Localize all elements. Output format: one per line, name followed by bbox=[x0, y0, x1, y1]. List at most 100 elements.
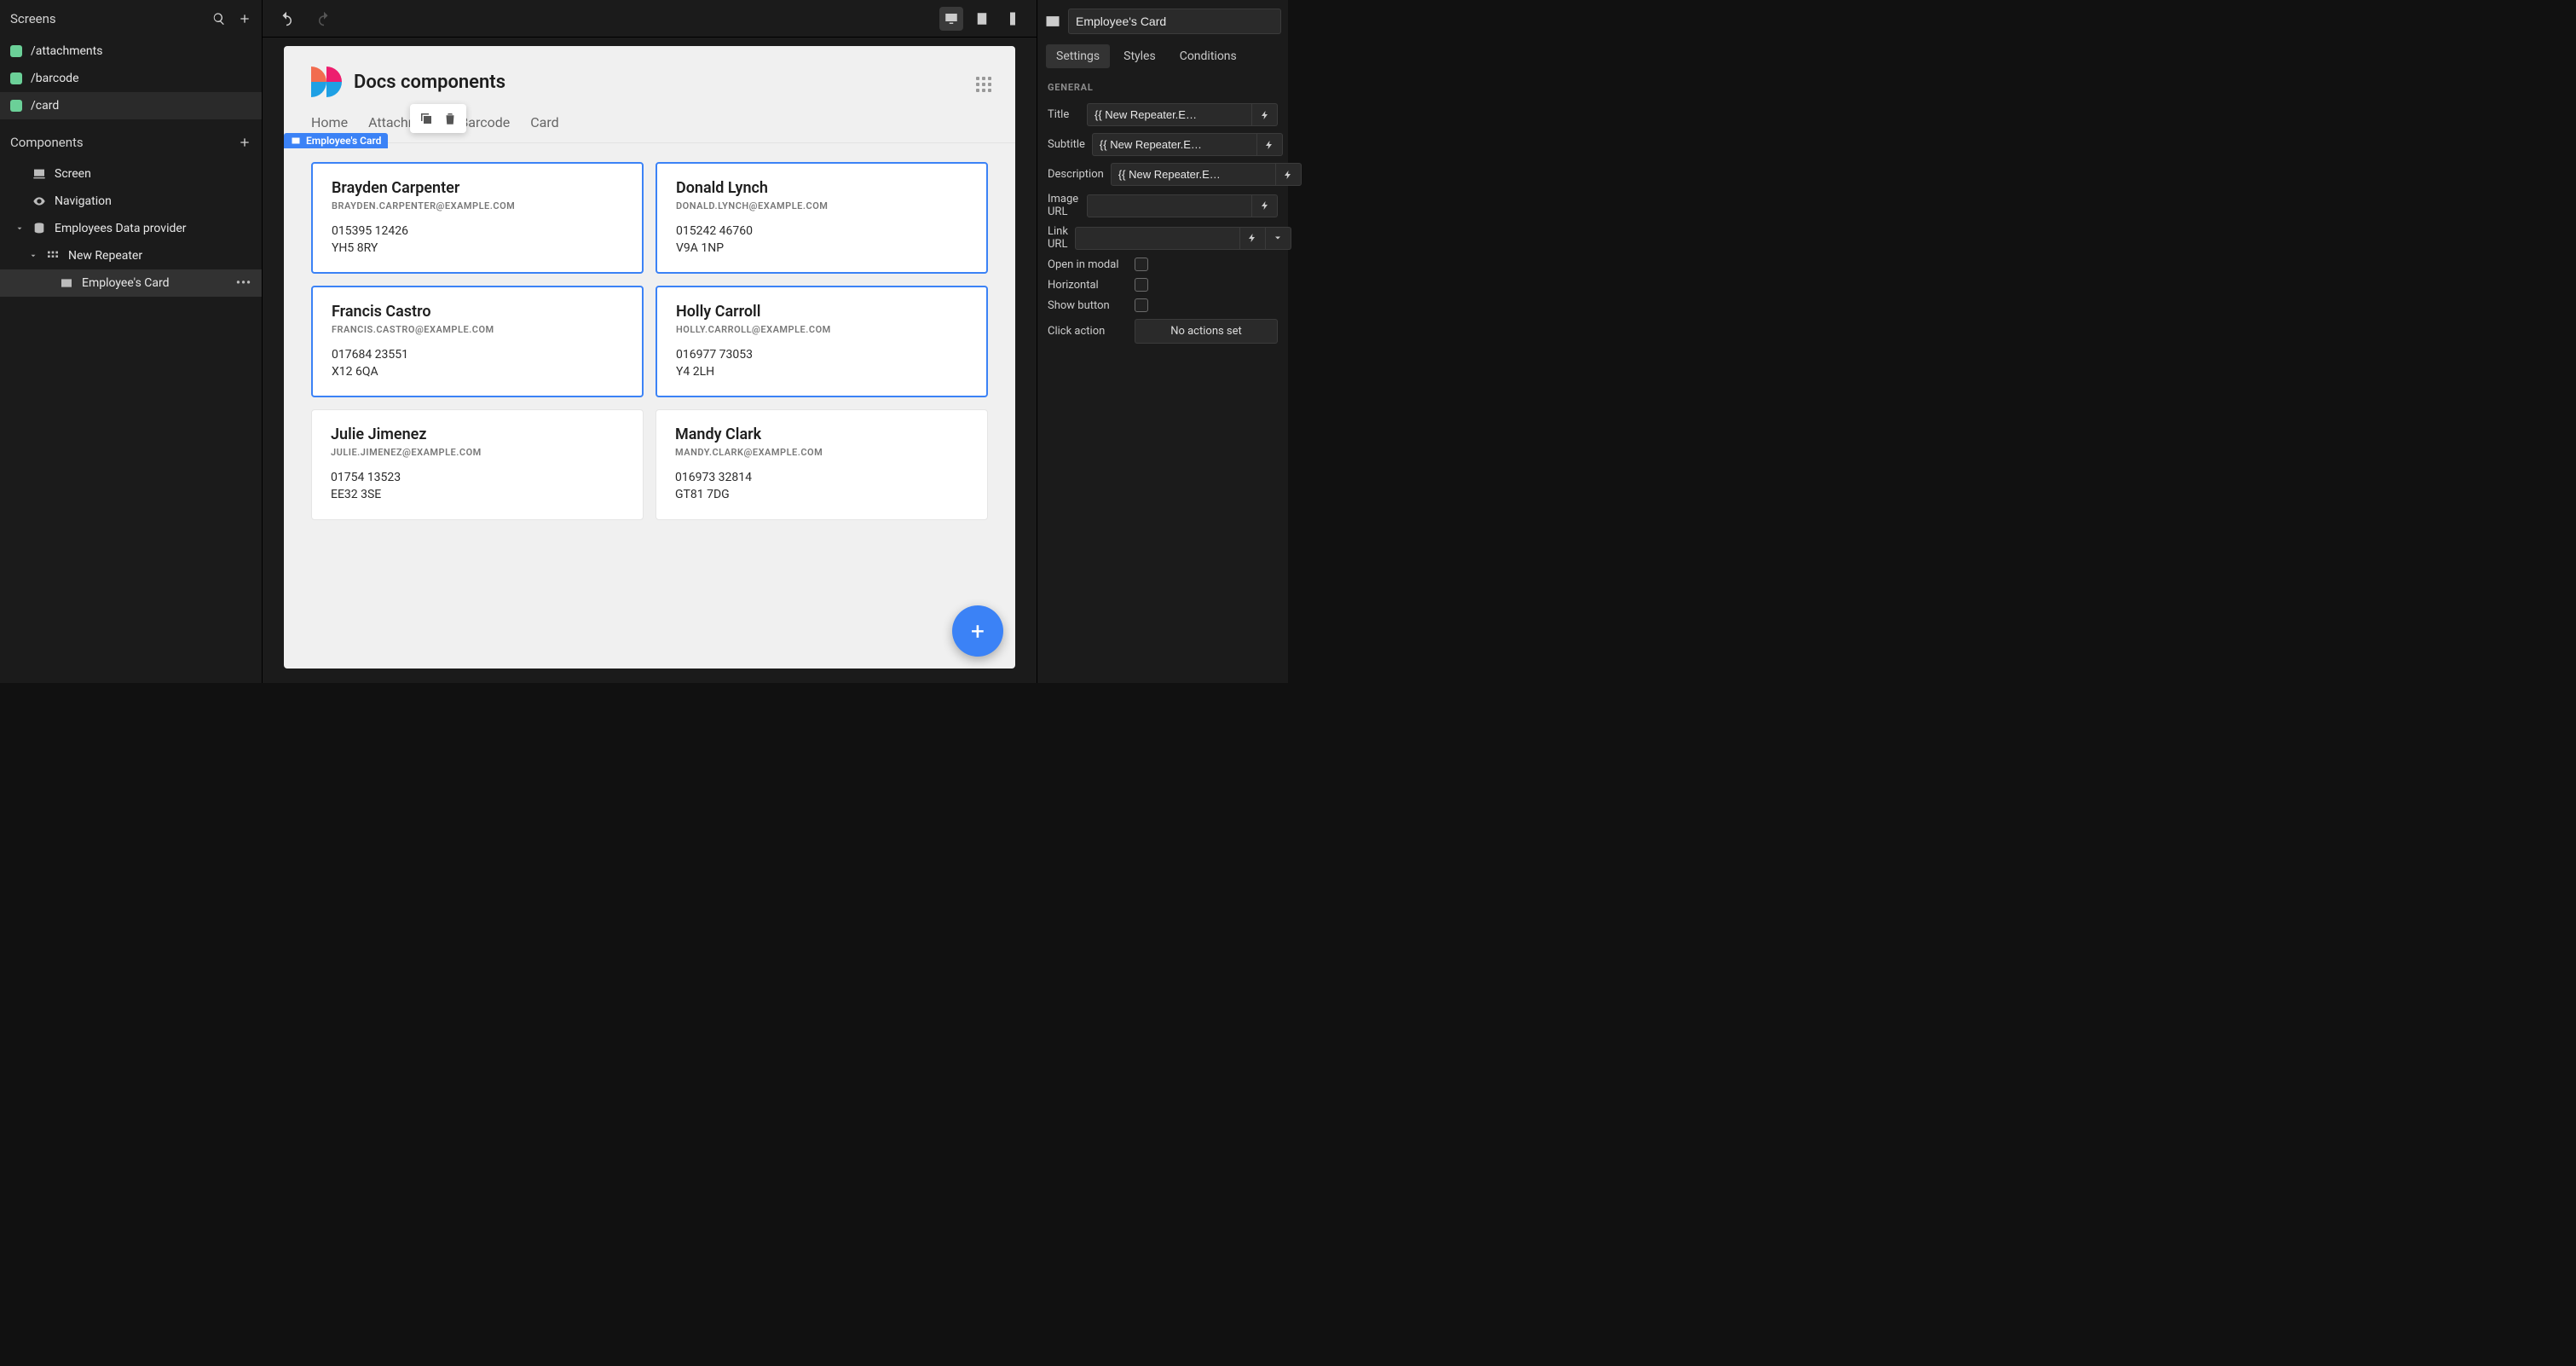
duplicate-icon[interactable] bbox=[419, 111, 434, 126]
linkurl-label: Link URL bbox=[1048, 225, 1068, 251]
section-general-label: GENERAL bbox=[1044, 78, 1281, 100]
card-phone: 015242 46760 bbox=[676, 223, 967, 240]
card-postcode: V9A 1NP bbox=[676, 240, 967, 258]
center-area: Docs components Home Attachment Barcode … bbox=[263, 0, 1037, 683]
openmodal-label: Open in modal bbox=[1048, 258, 1128, 271]
chevron-down-icon[interactable] bbox=[29, 252, 38, 260]
right-panel: Settings Styles Conditions GENERAL Title… bbox=[1037, 0, 1288, 683]
screen-item-attachments[interactable]: /attachments bbox=[0, 38, 262, 65]
screen-label: /card bbox=[31, 99, 59, 113]
employee-card[interactable]: Francis Castro FRANCIS.CASTRO@EXAMPLE.COM… bbox=[311, 286, 644, 397]
employee-card[interactable]: Donald LynchDONALD.LYNCH@EXAMPLE.COM0152… bbox=[656, 162, 988, 274]
employee-card[interactable]: Brayden Carpenter BRAYDEN.CARPENTER@EXAMP… bbox=[311, 162, 644, 274]
canvas-nav: Home Attachment Barcode Card bbox=[284, 113, 1015, 142]
tree-label: Employees Data provider bbox=[55, 222, 187, 235]
card-postcode: X12 6QA bbox=[332, 364, 623, 381]
openmodal-checkbox[interactable] bbox=[1135, 258, 1148, 271]
card-postcode: Y4 2LH bbox=[676, 364, 967, 381]
database-icon bbox=[32, 222, 46, 235]
component-name-input[interactable] bbox=[1068, 9, 1281, 34]
tree-label: New Repeater bbox=[68, 249, 142, 263]
description-binding-icon[interactable] bbox=[1276, 163, 1302, 186]
more-icon[interactable]: ••• bbox=[236, 276, 251, 290]
tree-label: Screen bbox=[55, 167, 91, 181]
horizontal-checkbox[interactable] bbox=[1135, 278, 1148, 292]
subtitle-binding-icon[interactable] bbox=[1257, 133, 1283, 156]
employee-card[interactable]: Mandy Clark MANDY.CLARK@EXAMPLE.COM 016973… bbox=[656, 409, 988, 519]
search-icon[interactable] bbox=[212, 12, 226, 26]
card-email: FRANCIS.CASTRO@EXAMPLE.COM bbox=[332, 324, 623, 335]
app-logo-icon bbox=[311, 67, 342, 97]
tree-provider[interactable]: Employees Data provider bbox=[0, 215, 262, 242]
card-postcode: EE32 3SE bbox=[331, 487, 624, 504]
tree-screen[interactable]: Screen bbox=[0, 160, 262, 188]
linkurl-dropdown-icon[interactable] bbox=[1266, 227, 1291, 250]
tree-repeater[interactable]: New Repeater bbox=[0, 242, 262, 269]
grip-icon[interactable] bbox=[976, 77, 991, 92]
imageurl-binding-icon[interactable] bbox=[1252, 194, 1278, 217]
nav-barcode[interactable]: Barcode bbox=[459, 114, 510, 130]
undo-icon[interactable] bbox=[274, 7, 298, 31]
employee-card[interactable]: Holly CarrollHOLLY.CARROLL@EXAMPLE.COM01… bbox=[656, 286, 988, 397]
showbutton-checkbox[interactable] bbox=[1135, 298, 1148, 312]
mobile-view-icon[interactable] bbox=[1001, 7, 1025, 31]
tablet-view-icon[interactable] bbox=[970, 7, 994, 31]
card-name: Julie Jimenez bbox=[331, 425, 624, 443]
clickaction-button[interactable]: No actions set bbox=[1135, 319, 1278, 344]
context-toolbar bbox=[410, 104, 466, 133]
card-phone: 017684 23551 bbox=[332, 347, 623, 364]
app-title: Docs components bbox=[354, 72, 505, 93]
nav-home[interactable]: Home bbox=[311, 114, 348, 130]
tab-conditions[interactable]: Conditions bbox=[1170, 44, 1247, 68]
card-email: DONALD.LYNCH@EXAMPLE.COM bbox=[676, 200, 967, 211]
delete-icon[interactable] bbox=[442, 111, 458, 126]
title-binding-icon[interactable] bbox=[1252, 103, 1278, 126]
card-postcode: GT81 7DG bbox=[675, 487, 968, 504]
screen-dot-icon bbox=[10, 100, 22, 112]
description-label: Description bbox=[1048, 168, 1104, 181]
tree-employees-card[interactable]: Employee's Card ••• bbox=[0, 269, 262, 297]
card-email: BRAYDEN.CARPENTER@EXAMPLE.COM bbox=[332, 200, 623, 211]
screen-icon bbox=[32, 167, 46, 181]
fab-add-button[interactable]: + bbox=[952, 605, 1003, 657]
tab-styles[interactable]: Styles bbox=[1113, 44, 1166, 68]
screen-dot-icon bbox=[10, 72, 22, 84]
nav-card[interactable]: Card bbox=[530, 114, 558, 130]
card-name: Holly Carroll bbox=[676, 303, 967, 321]
imageurl-input[interactable] bbox=[1087, 194, 1252, 217]
tab-settings[interactable]: Settings bbox=[1046, 44, 1110, 68]
add-component-icon[interactable] bbox=[238, 136, 251, 149]
title-input[interactable] bbox=[1087, 103, 1252, 126]
components-header-label: Components bbox=[10, 135, 84, 150]
linkurl-binding-icon[interactable] bbox=[1240, 227, 1266, 250]
card-email: JULIE.JIMENEZ@EXAMPLE.COM bbox=[331, 447, 624, 458]
screens-header-label: Screens bbox=[10, 11, 56, 26]
employee-card[interactable]: Julie Jimenez JULIE.JIMENEZ@EXAMPLE.COM 01… bbox=[311, 409, 644, 519]
tree-navigation[interactable]: Navigation bbox=[0, 188, 262, 215]
desktop-view-icon[interactable] bbox=[939, 7, 963, 31]
canvas[interactable]: Docs components Home Attachment Barcode … bbox=[284, 46, 1015, 669]
card-phone: 016973 32814 bbox=[675, 470, 968, 487]
imageurl-label: Image URL bbox=[1048, 193, 1080, 218]
card-icon bbox=[60, 276, 73, 290]
add-screen-icon[interactable] bbox=[238, 12, 251, 26]
screen-label: /barcode bbox=[31, 72, 79, 85]
subtitle-label: Subtitle bbox=[1048, 138, 1085, 151]
card-phone: 01754 13523 bbox=[331, 470, 624, 487]
card-email: HOLLY.CARROLL@EXAMPLE.COM bbox=[676, 324, 967, 335]
linkurl-input[interactable] bbox=[1075, 227, 1240, 250]
screen-item-card[interactable]: /card bbox=[0, 92, 262, 119]
card-name: Brayden Carpenter bbox=[332, 179, 623, 197]
card-name: Francis Castro bbox=[332, 303, 623, 321]
selection-badge: Employee's Card bbox=[284, 133, 388, 148]
screen-item-barcode[interactable]: /barcode bbox=[0, 65, 262, 92]
screens-header: Screens bbox=[0, 0, 262, 38]
card-name: Mandy Clark bbox=[675, 425, 968, 443]
card-email: MANDY.CLARK@EXAMPLE.COM bbox=[675, 447, 968, 458]
redo-icon[interactable] bbox=[312, 7, 336, 31]
description-input[interactable] bbox=[1111, 163, 1276, 186]
subtitle-input[interactable] bbox=[1092, 133, 1257, 156]
chevron-down-icon[interactable] bbox=[15, 224, 24, 233]
title-label: Title bbox=[1048, 108, 1080, 121]
canvas-header: Docs components bbox=[284, 46, 1015, 113]
